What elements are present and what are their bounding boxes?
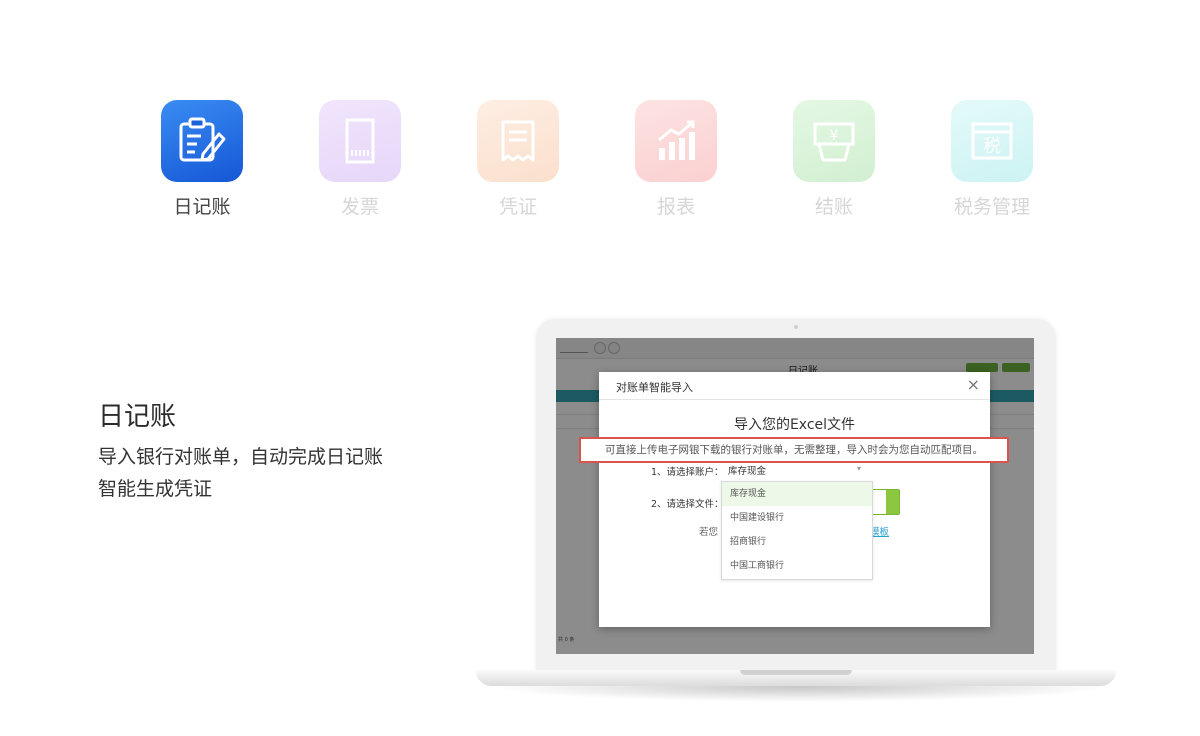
tax-icon: 税	[951, 100, 1033, 182]
tab-label: 结账	[814, 196, 853, 218]
file-label: 2、请选择文件：	[651, 499, 724, 510]
tab-voucher[interactable]: 凭证	[458, 100, 578, 219]
feature-description-line-1: 导入银行对账单，自动完成日记账	[98, 446, 384, 468]
choose-file-button[interactable]	[871, 489, 900, 515]
laptop-camera	[794, 325, 798, 329]
tab-invoice[interactable]: 发票	[300, 100, 420, 219]
account-select[interactable]: 库存现金	[728, 463, 766, 477]
tab-report[interactable]: 报表	[616, 100, 736, 219]
account-option[interactable]: 中国建设银行	[722, 506, 872, 530]
chevron-down-icon[interactable]: ▾	[857, 464, 861, 473]
journal-edit-icon	[161, 100, 243, 182]
invoice-icon	[319, 100, 401, 182]
tab-label: 税务管理	[953, 196, 1030, 218]
account-option[interactable]: 库存现金	[722, 482, 872, 506]
modal-title: 对账单智能导入	[616, 381, 693, 394]
tab-label: 发票	[340, 196, 379, 218]
report-chart-icon	[635, 100, 717, 182]
tab-label: 凭证	[498, 196, 537, 218]
tab-label: 日记账	[173, 196, 231, 218]
laptop-base	[476, 670, 1116, 686]
tab-label: 报表	[656, 196, 695, 218]
svg-text:¥: ¥	[830, 128, 839, 144]
account-option[interactable]: 招商银行	[722, 530, 872, 554]
modal-heading: 导入您的Excel文件	[733, 417, 856, 433]
voucher-receipt-icon	[477, 100, 559, 182]
account-label: 1、请选择账户：	[651, 467, 724, 478]
tab-checkout[interactable]: ¥ 结账	[774, 100, 894, 219]
tab-tax[interactable]: 税 税务管理	[932, 100, 1052, 219]
modal-header: 对账单智能导入 ×	[599, 372, 990, 400]
feature-description-line-2: 智能生成凭证	[98, 478, 213, 500]
feature-tabs: 日记账 发票 凭证 报表 ¥ 结账 税 税务管理	[0, 0, 1200, 240]
account-dropdown: 库存现金 中国建设银行 招商银行 中国工商银行	[721, 481, 873, 580]
svg-text:税: 税	[983, 136, 1001, 157]
upload-tip-callout: 可直接上传电子网银下载的银行对账单，无需整理，导入时会为您自动匹配项目。	[579, 437, 1009, 463]
close-icon[interactable]: ×	[967, 375, 980, 394]
checkout-register-icon: ¥	[793, 100, 875, 182]
template-hint: 若您	[699, 527, 719, 538]
account-option[interactable]: 中国工商银行	[722, 554, 872, 578]
file-button-cap	[872, 490, 886, 514]
laptop-notch	[740, 670, 852, 675]
tab-journal[interactable]: 日记账	[142, 100, 262, 219]
feature-title: 日记账	[98, 402, 177, 432]
